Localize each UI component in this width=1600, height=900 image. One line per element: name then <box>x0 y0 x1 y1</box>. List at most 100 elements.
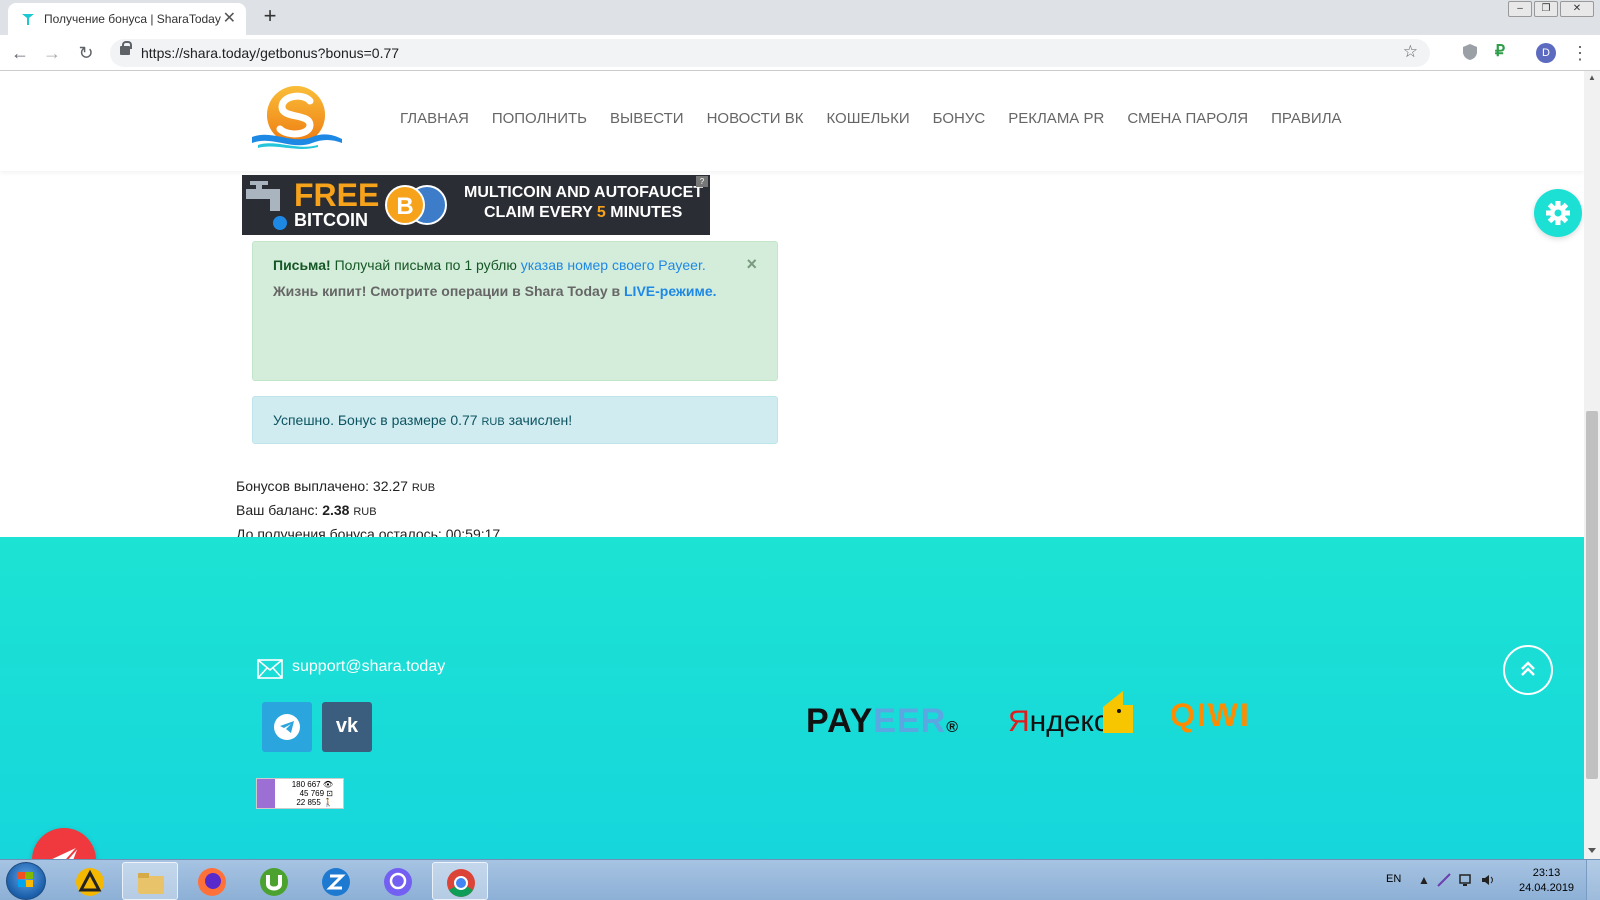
taskbar-app-viber[interactable] <box>370 862 426 900</box>
restore-button[interactable]: ❐ <box>1534 1 1558 17</box>
tab-title: Получение бонуса | SharaToday <box>44 12 221 26</box>
taskbar-app-firefox[interactable] <box>184 862 240 900</box>
show-desktop-button[interactable] <box>1586 860 1600 900</box>
settings-button[interactable] <box>1534 189 1582 237</box>
tray-clock[interactable]: 23:13 24.04.2019 <box>1519 866 1574 896</box>
clock-date: 24.04.2019 <box>1519 882 1575 894</box>
menu-item-withdraw[interactable]: ВЫВЕСТИ <box>610 110 684 127</box>
taskbar-app-explorer[interactable] <box>122 862 178 900</box>
forward-icon[interactable]: → <box>40 41 64 65</box>
sharatoday-favicon-icon <box>22 14 34 25</box>
mail-icon <box>257 659 283 679</box>
menu-item-vk-news[interactable]: НОВОСТИ ВК <box>707 110 804 127</box>
close-window-button[interactable]: ✕ <box>1560 1 1594 17</box>
gear-icon <box>1546 201 1570 225</box>
sharatoday-logo[interactable] <box>252 85 344 151</box>
alert-close-icon[interactable]: × <box>746 253 757 275</box>
reload-icon[interactable]: ↻ <box>74 41 98 65</box>
double-chevron-up-icon <box>1521 661 1535 676</box>
menu-item-rules[interactable]: ПРАВИЛА <box>1271 110 1341 127</box>
bonus-stats: Бонусов выплачено: 32.27 RUB Ваш баланс:… <box>236 475 500 545</box>
menu-item-bonus[interactable]: БОНУС <box>933 110 986 127</box>
browser-tab-active[interactable]: Получение бонуса | SharaToday ✕ <box>8 3 246 35</box>
letters-alert-title: Письма! <box>273 257 331 273</box>
vk-button[interactable]: vk <box>322 702 372 752</box>
live-mode-text: Жизнь кипит! Смотрите операции в Shara T… <box>273 283 717 299</box>
menu-item-change-password[interactable]: СМЕНА ПАРОЛЯ <box>1127 110 1248 127</box>
banner-bitcoin-text: BITCOIN <box>294 210 368 230</box>
yandex-wallet-icon <box>1103 691 1133 733</box>
page-viewport: ГЛАВНАЯ ПОПОЛНИТЬ ВЫВЕСТИ НОВОСТИ ВК КОШ… <box>0 71 1584 859</box>
profile-avatar[interactable]: D <box>1536 43 1556 63</box>
url-text[interactable]: https://shara.today/getbonus?bonus=0.77 <box>141 45 399 61</box>
menu-item-home[interactable]: ГЛАВНАЯ <box>400 110 469 127</box>
page-scrollbar[interactable]: ▲ <box>1584 71 1600 859</box>
folder-icon <box>138 873 164 894</box>
utorrent-icon <box>260 868 288 896</box>
letters-alert-text: Письма! Получай письма по 1 рублю указав… <box>273 257 706 273</box>
pen-tray-icon[interactable] <box>1436 873 1452 887</box>
ruble-extension-icon[interactable]: ₽ <box>1490 42 1510 62</box>
menu-item-advertising[interactable]: РЕКЛАМА PR <box>1008 110 1104 127</box>
back-icon[interactable]: ← <box>8 41 32 65</box>
tab-close-icon[interactable]: ✕ <box>223 8 236 28</box>
bitcoin-coin-icon: B <box>385 185 425 225</box>
menu-item-wallets[interactable]: КОШЕЛЬКИ <box>826 110 909 127</box>
send-message-button[interactable] <box>32 828 96 859</box>
bonus-success-alert: Успешно. Бонус в размере 0.77 RUB зачисл… <box>252 396 778 444</box>
payeer-logo: PAYEER® <box>806 702 959 740</box>
browser-toolbar: ← → ↻ https://shara.today/getbonus?bonus… <box>0 35 1600 71</box>
new-tab-button[interactable]: + <box>258 3 282 29</box>
tray-overflow-arrow-icon[interactable]: ▲ <box>1418 873 1430 887</box>
scroll-up-arrow-icon[interactable]: ▲ <box>1584 73 1600 87</box>
scroll-down-arrow-icon[interactable] <box>1584 843 1600 857</box>
banner-free-text: FREE <box>294 177 380 213</box>
taskbar-app-chrome[interactable] <box>432 862 488 900</box>
keyboard-language[interactable]: EN <box>1386 873 1401 885</box>
network-tray-icon[interactable] <box>1458 873 1474 887</box>
live-mode-link[interactable]: LIVE-режиме. <box>624 283 717 299</box>
letters-alert: Письма! Получай письма по 1 рублю указав… <box>252 241 778 381</box>
windows-taskbar: EN ▲ 23:13 24.04.2019 <box>0 859 1600 900</box>
firefox-icon <box>198 868 226 896</box>
scroll-to-top-button[interactable] <box>1503 645 1553 695</box>
faucet-icon <box>246 181 287 230</box>
banner-line-1: MULTICOIN AND AUTOFAUCET <box>464 184 704 201</box>
site-header: ГЛАВНАЯ ПОПОЛНИТЬ ВЫВЕСТИ НОВОСТИ ВК КОШ… <box>0 71 1584 171</box>
windows-logo-icon <box>18 872 33 887</box>
address-bar[interactable]: https://shara.today/getbonus?bonus=0.77 … <box>110 39 1430 67</box>
scrollbar-thumb[interactable] <box>1586 411 1598 779</box>
menu-item-deposit[interactable]: ПОПОЛНИТЬ <box>492 110 587 127</box>
banner-line-2: CLAIM EVERY 5 MINUTES <box>484 204 683 221</box>
ad-info-icon[interactable]: ? <box>696 176 708 187</box>
viber-icon <box>384 868 412 896</box>
browser-menu-icon[interactable]: ⋮ <box>1568 41 1592 65</box>
start-button[interactable] <box>6 862 46 900</box>
chrome-icon <box>447 869 475 897</box>
volume-tray-icon[interactable] <box>1480 873 1496 887</box>
qiwi-logo: QIWI <box>1170 697 1251 733</box>
bonuses-paid: Бонусов выплачено: 32.27 RUB <box>236 478 436 494</box>
warning-app-icon <box>76 868 104 896</box>
ad-banner[interactable]: FREE BITCOIN B MULTICOIN AND AUTOFAUCET … <box>242 175 710 235</box>
lock-icon <box>120 41 132 55</box>
liveinternet-counter[interactable]: 180 667 👁 45 769 ⊡ 22 855 🚶 <box>256 778 344 809</box>
telegram-button[interactable] <box>262 702 312 752</box>
z-app-icon <box>322 868 350 896</box>
telegram-icon <box>280 721 294 733</box>
taskbar-app-zoom[interactable] <box>308 862 364 900</box>
browser-tabbar: Получение бонуса | SharaToday ✕ + ‒ ❐ ✕ <box>0 0 1600 35</box>
support-email-link[interactable]: support@shara.today <box>292 658 445 676</box>
taskbar-app-utorrent[interactable] <box>246 862 302 900</box>
clock-time: 23:13 <box>1532 867 1561 879</box>
taskbar-app-avast[interactable] <box>62 862 118 900</box>
payeer-number-link[interactable]: указав номер своего Payeer. <box>521 257 706 273</box>
shield-extension-icon[interactable] <box>1460 42 1480 62</box>
user-balance: Ваш баланс: 2.38 RUB <box>236 502 377 518</box>
vk-icon: vk <box>335 715 359 737</box>
bookmark-star-icon[interactable]: ☆ <box>1403 42 1418 62</box>
paper-plane-icon <box>52 846 79 859</box>
site-footer: support@shara.today vk 180 667 👁 45 769 … <box>0 537 1584 859</box>
main-menu: ГЛАВНАЯ ПОПОЛНИТЬ ВЫВЕСТИ НОВОСТИ ВК КОШ… <box>400 110 1365 127</box>
minimize-button[interactable]: ‒ <box>1508 1 1532 17</box>
